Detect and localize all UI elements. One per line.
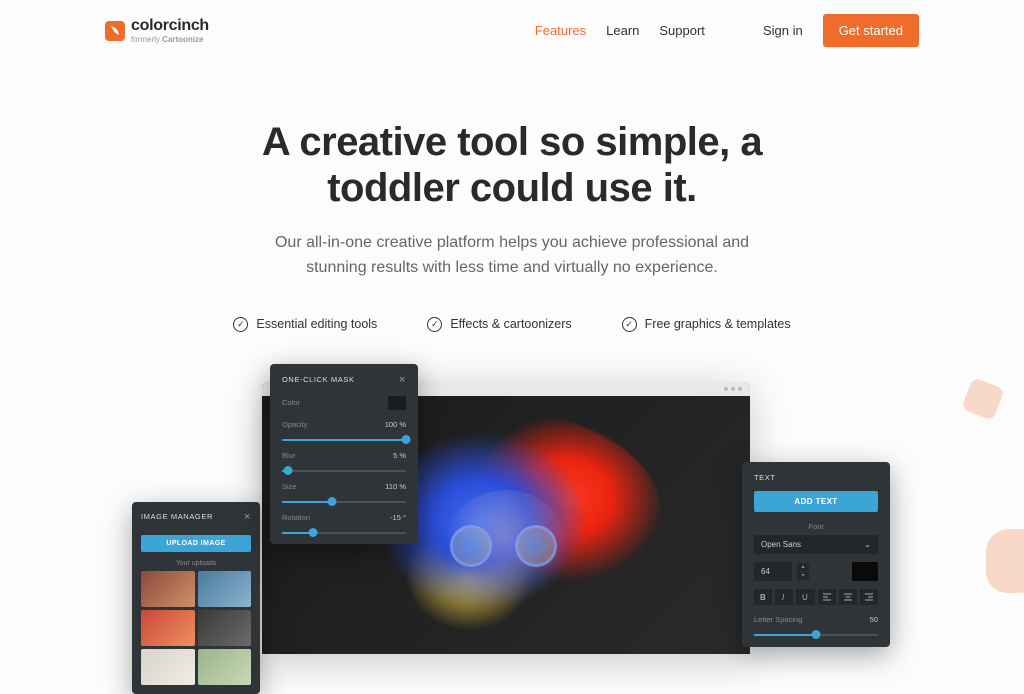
text-panel: TEXT ADD TEXT Font Open Sans⌄ ▴▾ B I U L… xyxy=(742,462,890,647)
logo-icon xyxy=(105,21,125,41)
bold-button[interactable]: B xyxy=(754,589,772,605)
image-thumb[interactable] xyxy=(198,571,252,607)
image-thumb[interactable] xyxy=(198,649,252,685)
spacing-value: 50 xyxy=(870,615,878,624)
chevron-down-icon: ⌄ xyxy=(864,540,871,549)
size-label: Size xyxy=(282,482,297,491)
brand-name: colorcinch xyxy=(131,17,209,35)
text-panel-title: TEXT xyxy=(754,473,776,482)
image-thumb[interactable] xyxy=(141,610,195,646)
font-size-input[interactable] xyxy=(754,562,792,581)
add-text-button[interactable]: ADD TEXT xyxy=(754,491,878,512)
opacity-label: Opacity xyxy=(282,420,307,429)
feature-editing: Essential editing tools xyxy=(233,317,377,332)
image-manager-panel: IMAGE MANAGER × UPLOAD IMAGE Your uploads xyxy=(132,502,260,694)
image-thumb[interactable] xyxy=(141,649,195,685)
svg-text:B: B xyxy=(760,593,766,601)
blur-value: 5 % xyxy=(393,451,406,460)
check-icon xyxy=(233,317,248,332)
chevron-down-icon: ▾ xyxy=(797,572,809,580)
spacing-slider[interactable] xyxy=(754,634,878,636)
logo[interactable]: colorcinch formerly Cartoonize xyxy=(105,17,209,44)
svg-text:I: I xyxy=(782,593,785,601)
brand-tagline: formerly Cartoonize xyxy=(131,35,209,44)
opacity-slider[interactable] xyxy=(282,439,406,441)
align-left-button[interactable] xyxy=(818,589,836,605)
site-header: colorcinch formerly Cartoonize Features … xyxy=(0,0,1024,61)
blur-slider[interactable] xyxy=(282,470,406,472)
rotation-label: Rotation xyxy=(282,513,310,522)
color-swatch[interactable] xyxy=(388,396,406,410)
upload-image-button[interactable]: UPLOAD IMAGE xyxy=(141,535,251,552)
underline-button[interactable]: U xyxy=(796,589,814,605)
check-icon xyxy=(427,317,442,332)
main-nav: Features Learn Support Sign in Get start… xyxy=(535,14,919,47)
image-thumb[interactable] xyxy=(198,610,252,646)
svg-text:U: U xyxy=(802,593,808,601)
font-size-stepper[interactable]: ▴▾ xyxy=(797,563,809,580)
blur-label: Blur xyxy=(282,451,295,460)
feature-graphics: Free graphics & templates xyxy=(622,317,791,332)
decorative-blob xyxy=(986,529,1024,593)
size-value: 110 % xyxy=(385,482,406,491)
feature-list: Essential editing tools Effects & cartoo… xyxy=(20,317,1004,332)
close-icon[interactable]: × xyxy=(244,511,251,523)
image-thumbnails xyxy=(141,571,251,685)
nav-features[interactable]: Features xyxy=(535,23,586,38)
uploads-section-label: Your uploads xyxy=(141,560,251,567)
text-color-swatch[interactable] xyxy=(852,562,878,581)
image-panel-title: IMAGE MANAGER xyxy=(141,512,213,521)
image-thumb[interactable] xyxy=(141,571,195,607)
align-right-button[interactable] xyxy=(860,589,878,605)
color-label: Color xyxy=(282,398,300,407)
rotation-value: -15 ° xyxy=(390,513,406,522)
hero-subtitle: Our all-in-one creative platform helps y… xyxy=(20,231,1004,281)
mask-panel: ONE-CLICK MASK × Color Opacity 100 % Blur 5… xyxy=(270,364,418,544)
size-slider[interactable] xyxy=(282,501,406,503)
font-label: Font xyxy=(754,522,878,531)
close-icon[interactable]: × xyxy=(399,374,406,386)
hero-section: A creative tool so simple, a toddler cou… xyxy=(0,61,1024,654)
italic-button[interactable]: I xyxy=(775,589,793,605)
hero-title: A creative tool so simple, a toddler cou… xyxy=(20,119,1004,211)
feature-effects: Effects & cartoonizers xyxy=(427,317,571,332)
nav-support[interactable]: Support xyxy=(659,23,705,38)
product-mockup: ONE-CLICK MASK × Color Opacity 100 % Blur 5… xyxy=(152,374,872,654)
check-icon xyxy=(622,317,637,332)
align-center-button[interactable] xyxy=(839,589,857,605)
chevron-up-icon: ▴ xyxy=(797,563,809,571)
font-select[interactable]: Open Sans⌄ xyxy=(754,535,878,554)
spacing-label: Letter Spacing xyxy=(754,615,802,624)
nav-signin[interactable]: Sign in xyxy=(763,23,803,38)
opacity-value: 100 % xyxy=(385,420,406,429)
nav-learn[interactable]: Learn xyxy=(606,23,639,38)
mask-panel-title: ONE-CLICK MASK xyxy=(282,375,355,384)
decorative-blob xyxy=(961,376,1005,420)
get-started-button[interactable]: Get started xyxy=(823,14,919,47)
rotation-slider[interactable] xyxy=(282,532,406,534)
